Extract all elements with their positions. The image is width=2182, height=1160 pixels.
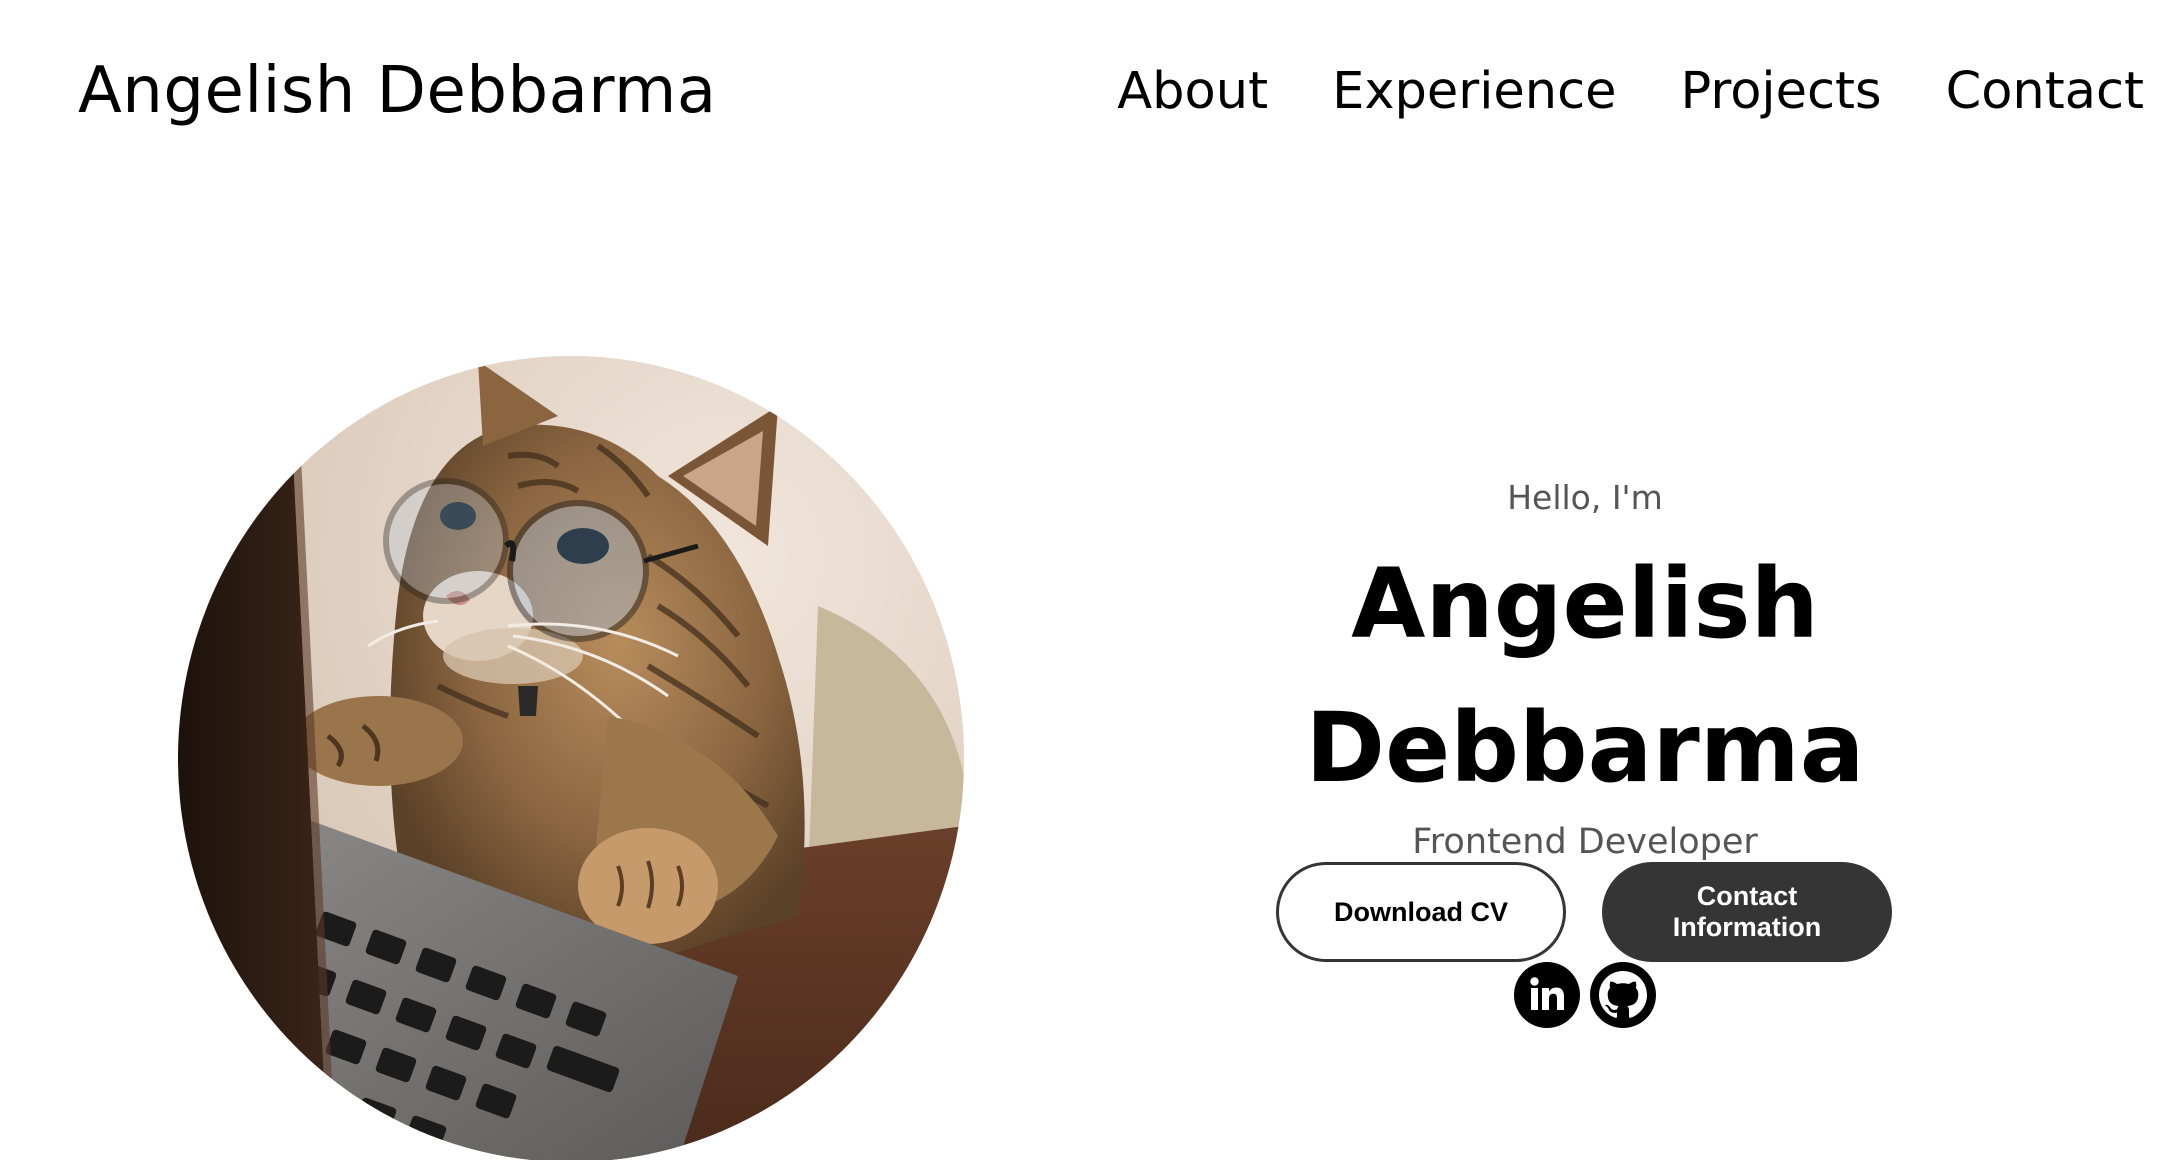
contact-info-label-2: Information (1672, 912, 1822, 942)
contact-info-button[interactable]: Contact Information (1602, 862, 1892, 962)
nav-about[interactable]: About (1117, 62, 1268, 121)
hero-name-last: Debbarma (1305, 692, 1865, 804)
nav-contact[interactable]: Contact (1946, 62, 2144, 121)
contact-info-label-1: Contact (1696, 881, 1798, 911)
download-cv-button[interactable]: Download CV (1276, 862, 1566, 962)
portfolio-page: Angelish Debbarma About Experience Proje… (0, 0, 2182, 1160)
linkedin-icon[interactable] (1514, 962, 1580, 1028)
nav-projects[interactable]: Projects (1681, 62, 1882, 121)
github-icon[interactable] (1590, 962, 1656, 1028)
social-links (1514, 962, 1656, 1028)
profile-picture (178, 356, 964, 1160)
hero-buttons: Download CV Contact Information (1276, 862, 1892, 962)
top-nav: About Experience Projects Contact (1117, 62, 2144, 121)
site-logo[interactable]: Angelish Debbarma (78, 54, 717, 128)
hero-section: Hello, I'm Angelish Debbarma Frontend De… (1290, 470, 1880, 864)
hero-name-first: Angelish (1351, 548, 1819, 660)
hero-role: Frontend Developer (1412, 822, 1758, 862)
nav-experience[interactable]: Experience (1332, 62, 1616, 121)
hero-name: Angelish Debbarma (1290, 532, 1880, 820)
hero-greeting: Hello, I'm (1507, 478, 1663, 517)
